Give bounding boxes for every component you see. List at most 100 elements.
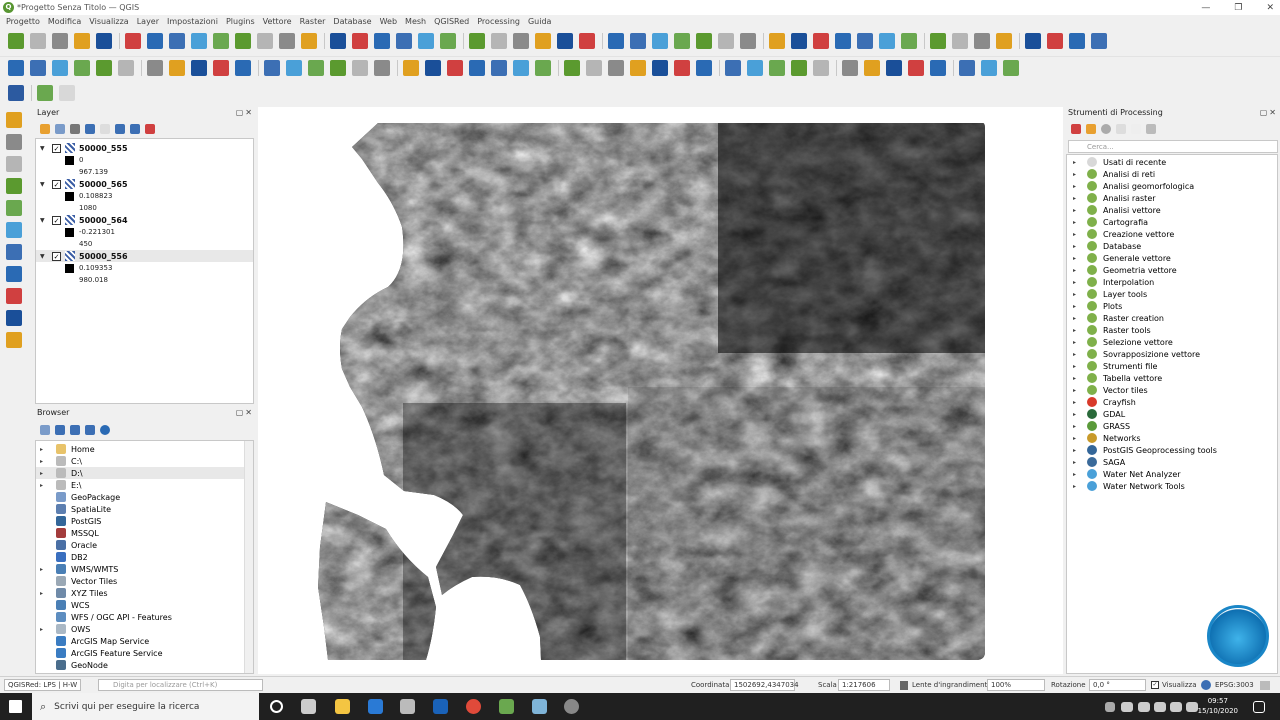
toolbar-tool-icon[interactable] [118, 59, 134, 76]
minimize-button[interactable]: — [1201, 3, 1210, 13]
processing-provider-item[interactable]: ▸ SAGA [1067, 456, 1277, 468]
toolbar-tool-icon[interactable] [791, 59, 807, 76]
add-raster-layer-icon[interactable] [6, 134, 22, 150]
toolbar-tool-icon[interactable] [74, 33, 90, 49]
toolbar-tool-icon[interactable] [169, 33, 185, 49]
toolbar-tool-icon[interactable] [513, 33, 529, 49]
toolbar-tool-icon[interactable] [469, 59, 485, 76]
collapse-all-icon[interactable] [130, 124, 140, 134]
toolbar-tool-icon[interactable] [374, 33, 390, 49]
remove-layer-icon[interactable] [145, 124, 155, 134]
magnifier-field[interactable]: 100% [987, 679, 1045, 691]
toolbar-tool-icon[interactable] [959, 59, 975, 76]
add-wcs-icon[interactable] [6, 332, 22, 348]
scripts-icon[interactable] [1086, 124, 1096, 134]
layer-visibility-checkbox[interactable]: ✓ [52, 251, 61, 261]
expand-arrow-icon[interactable]: ▸ [40, 482, 50, 489]
close-button[interactable]: ✕ [1266, 3, 1274, 13]
menu-item[interactable]: QGISRed [434, 17, 469, 26]
toolbar-tool-icon[interactable] [557, 33, 573, 49]
browser-item[interactable]: MSSQL [36, 527, 244, 539]
processing-provider-item[interactable]: ▸ Vector tiles [1067, 384, 1277, 396]
toolbar-tool-icon[interactable] [418, 33, 434, 49]
refresh-icon[interactable] [55, 425, 65, 435]
toolbar-tool-icon[interactable] [535, 33, 551, 49]
menu-item[interactable]: Plugins [226, 17, 255, 26]
add-group-icon[interactable] [55, 124, 65, 134]
toolbar-tool-icon[interactable] [879, 33, 895, 49]
expand-arrow-icon[interactable]: ▸ [1073, 303, 1083, 310]
menu-item[interactable]: Database [333, 17, 371, 26]
filter-icon[interactable] [85, 124, 95, 134]
toolbar-tool-icon[interactable] [813, 33, 829, 49]
expression-filter-icon[interactable] [100, 124, 110, 134]
layer-row[interactable]: ▼ ✓ 50000_565 [36, 178, 253, 190]
processing-provider-item[interactable]: ▸ Strumenti file [1067, 360, 1277, 372]
toolbar-tool-icon[interactable] [403, 59, 419, 76]
expand-arrow-icon[interactable]: ▸ [1073, 327, 1083, 334]
collapse-arrow-icon[interactable]: ▼ [40, 253, 48, 260]
app-icon[interactable] [532, 699, 547, 714]
browser-item[interactable]: ▸ Home [36, 443, 244, 455]
browser-item[interactable]: GeoPackage [36, 491, 244, 503]
expand-arrow-icon[interactable]: ▸ [1073, 183, 1083, 190]
toolbar-tool-icon[interactable] [579, 33, 595, 49]
menu-item[interactable]: Mesh [405, 17, 426, 26]
menu-item[interactable]: Layer [137, 17, 159, 26]
toolbar-tool-icon[interactable] [374, 59, 390, 76]
map-canvas[interactable] [258, 107, 1063, 674]
toolbar-tool-icon[interactable] [835, 33, 851, 49]
expand-arrow-icon[interactable]: ▸ [1073, 171, 1083, 178]
toolbar-tool-icon[interactable] [930, 33, 946, 49]
volume-icon[interactable] [1170, 702, 1182, 712]
toolbar-tool-icon[interactable] [908, 59, 924, 76]
file-explorer-icon[interactable] [335, 699, 350, 714]
collapse-all-icon[interactable] [85, 425, 95, 435]
edit-features-icon[interactable] [1131, 124, 1141, 134]
processing-provider-item[interactable]: ▸ Usati di recente [1067, 156, 1277, 168]
processing-provider-item[interactable]: ▸ Database [1067, 240, 1277, 252]
toolbar-tool-icon[interactable] [769, 33, 785, 49]
maximize-button[interactable]: ❐ [1234, 3, 1242, 13]
toolbar-tool-icon[interactable] [74, 59, 90, 76]
toolbar-tool-icon[interactable] [440, 33, 456, 49]
windows-start-icon[interactable] [9, 700, 22, 713]
results-icon[interactable] [1116, 124, 1126, 134]
expand-arrow-icon[interactable]: ▸ [1073, 375, 1083, 382]
toolbar-tool-icon[interactable] [330, 59, 346, 76]
toolbar-tool-icon[interactable] [191, 33, 207, 49]
expand-arrow-icon[interactable]: ▸ [40, 458, 50, 465]
browser-item[interactable]: SpatiaLite [36, 503, 244, 515]
browser-scrollbar[interactable] [244, 441, 253, 673]
menu-item[interactable]: Guida [528, 17, 551, 26]
processing-provider-item[interactable]: ▸ Generale vettore [1067, 252, 1277, 264]
expand-arrow-icon[interactable]: ▸ [1073, 423, 1083, 430]
plugin-icon[interactable] [59, 85, 75, 101]
toolbar-tool-icon[interactable] [301, 33, 317, 49]
browser-item[interactable]: ▸ E:\ [36, 479, 244, 491]
toolbar-tool-icon[interactable] [1003, 59, 1019, 76]
toolbar-tool-icon[interactable] [901, 33, 917, 49]
toolbar-tool-icon[interactable] [257, 33, 273, 49]
toolbar-tool-icon[interactable] [96, 33, 112, 49]
eye-icon[interactable] [70, 124, 80, 134]
expand-arrow-icon[interactable]: ▸ [40, 446, 50, 453]
toolbar-tool-icon[interactable] [396, 33, 412, 49]
toolbar-tool-icon[interactable] [1047, 33, 1063, 49]
toolbar-tool-icon[interactable] [652, 59, 668, 76]
toolbar-tool-icon[interactable] [630, 33, 646, 49]
menu-item[interactable]: Impostazioni [167, 17, 218, 26]
crs-globe-icon[interactable] [1201, 680, 1211, 690]
toolbar-tool-icon[interactable] [96, 59, 112, 76]
layer-row[interactable]: ▼ ✓ 50000_564 [36, 214, 253, 226]
browser-item[interactable]: Oracle [36, 539, 244, 551]
expand-arrow-icon[interactable]: ▸ [40, 626, 50, 633]
browser-item[interactable]: WCS [36, 599, 244, 611]
toolbar-tool-icon[interactable] [652, 33, 668, 49]
tray-chevron-icon[interactable] [1105, 702, 1115, 712]
menu-item[interactable]: Web [380, 17, 397, 26]
toolbar-tool-icon[interactable] [696, 33, 712, 49]
layer-visibility-checkbox[interactable]: ✓ [52, 143, 61, 153]
processing-provider-item[interactable]: ▸ Raster creation [1067, 312, 1277, 324]
toolbar-tool-icon[interactable] [725, 59, 741, 76]
